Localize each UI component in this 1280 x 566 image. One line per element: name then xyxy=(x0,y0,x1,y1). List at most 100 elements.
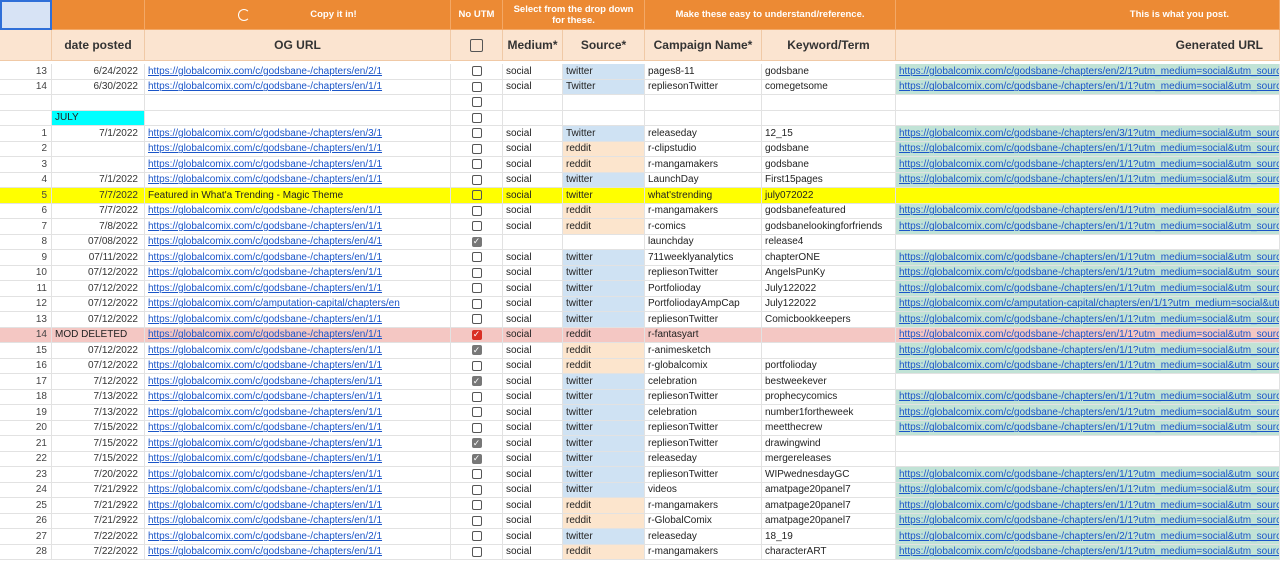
keyword-term-cell[interactable]: characterART xyxy=(762,544,896,560)
campaign-name-cell[interactable]: 711weeklyanalytics xyxy=(645,250,762,266)
campaign-name-cell[interactable]: repliesonTwitter xyxy=(645,467,762,483)
source-dropdown-cell[interactable]: twitter xyxy=(563,405,645,421)
generated-url-cell[interactable]: https://globalcomix.com/c/godsbane-/chap… xyxy=(896,467,1280,483)
medium-cell[interactable]: social xyxy=(503,343,563,359)
source-dropdown-cell[interactable]: twitter xyxy=(563,467,645,483)
og-url-link[interactable]: https://globalcomix.com/c/godsbane-/chap… xyxy=(148,500,382,511)
campaign-name-cell[interactable]: repliesonTwitter xyxy=(645,312,762,328)
keyword-term-cell[interactable] xyxy=(762,327,896,343)
date-cell[interactable]: 07/12/2022 xyxy=(52,265,145,281)
checkbox-icon[interactable] xyxy=(471,407,482,418)
row-number[interactable]: 22 xyxy=(0,451,52,467)
date-cell[interactable]: JULY xyxy=(52,110,145,126)
row-number[interactable]: 13 xyxy=(0,64,52,80)
row-number[interactable]: 12 xyxy=(0,296,52,312)
og-url-cell[interactable]: https://globalcomix.com/c/godsbane-/chap… xyxy=(145,467,451,483)
og-url-cell[interactable]: https://globalcomix.com/c/godsbane-/chap… xyxy=(145,482,451,498)
og-url-cell[interactable]: https://globalcomix.com/c/godsbane-/chap… xyxy=(145,203,451,219)
note-text[interactable]: Featured in What'a Trending - Magic Them… xyxy=(148,190,343,201)
medium-cell[interactable]: social xyxy=(503,79,563,95)
checkbox-icon[interactable]: ✓ xyxy=(471,329,482,340)
keyword-term-cell[interactable]: chapterONE xyxy=(762,250,896,266)
og-url-cell[interactable]: https://globalcomix.com/c/godsbane-/chap… xyxy=(145,172,451,188)
row-number-header[interactable] xyxy=(0,30,52,61)
og-url-link[interactable]: https://globalcomix.com/c/godsbane-/chap… xyxy=(148,143,382,154)
checkbox-icon[interactable] xyxy=(471,360,482,371)
campaign-name-header[interactable]: Campaign Name* xyxy=(645,30,762,61)
source-dropdown-cell[interactable]: reddit xyxy=(563,498,645,514)
checkbox-icon[interactable] xyxy=(471,314,482,325)
og-url-cell[interactable]: https://globalcomix.com/c/godsbane-/chap… xyxy=(145,420,451,436)
og-url-cell[interactable]: https://globalcomix.com/c/godsbane-/chap… xyxy=(145,389,451,405)
generated-url-cell[interactable]: https://globalcomix.com/c/godsbane-/chap… xyxy=(896,389,1280,405)
checkbox-icon[interactable] xyxy=(471,500,482,511)
checkbox-icon[interactable] xyxy=(471,515,482,526)
campaign-name-cell[interactable]: launchday xyxy=(645,234,762,250)
campaign-name-cell[interactable]: r-mangamakers xyxy=(645,203,762,219)
medium-cell[interactable]: social xyxy=(503,513,563,529)
keyword-term-cell[interactable]: amatpage20panel7 xyxy=(762,513,896,529)
source-dropdown-cell[interactable]: reddit xyxy=(563,513,645,529)
keyword-term-cell[interactable]: AngelsPunKy xyxy=(762,265,896,281)
og-url-link[interactable]: https://globalcomix.com/c/godsbane-/chap… xyxy=(148,376,382,387)
row-number[interactable]: 26 xyxy=(0,513,52,529)
date-cell[interactable]: 7/7/2022 xyxy=(52,188,145,204)
og-url-cell[interactable]: https://globalcomix.com/c/godsbane-/chap… xyxy=(145,327,451,343)
checkbox-icon[interactable]: ✓ xyxy=(471,453,482,464)
generated-url-cell[interactable]: https://globalcomix.com/c/godsbane-/chap… xyxy=(896,141,1280,157)
medium-cell[interactable]: social xyxy=(503,544,563,560)
select-dropdown-note[interactable]: Select from the drop down for these. xyxy=(503,0,645,30)
checkbox-icon[interactable]: ✓ xyxy=(471,376,482,387)
no-utm-checkbox-cell[interactable] xyxy=(451,358,503,374)
og-url-link[interactable]: https://globalcomix.com/c/godsbane-/chap… xyxy=(148,66,382,77)
medium-cell[interactable]: social xyxy=(503,482,563,498)
checkbox-icon[interactable] xyxy=(471,391,482,402)
campaign-name-cell[interactable]: PortfoliodayAmpCap xyxy=(645,296,762,312)
keyword-term-header[interactable]: Keyword/Term xyxy=(762,30,896,61)
source-dropdown-cell[interactable]: reddit xyxy=(563,544,645,560)
og-url-link[interactable]: https://globalcomix.com/c/godsbane-/chap… xyxy=(148,267,382,278)
corner-cell[interactable] xyxy=(0,0,52,30)
medium-header[interactable]: Medium* xyxy=(503,30,563,61)
og-url-link[interactable]: https://globalcomix.com/c/godsbane-/chap… xyxy=(148,531,382,542)
row-number[interactable]: 3 xyxy=(0,157,52,173)
no-utm-checkbox-cell[interactable]: ✓ xyxy=(451,234,503,250)
source-dropdown-cell[interactable]: reddit xyxy=(563,203,645,219)
source-dropdown-cell[interactable]: twitter xyxy=(563,250,645,266)
og-url-link[interactable]: https://globalcomix.com/c/godsbane-/chap… xyxy=(148,314,382,325)
og-url-link[interactable]: https://globalcomix.com/c/godsbane-/chap… xyxy=(148,438,382,449)
og-url-cell[interactable]: https://globalcomix.com/c/godsbane-/chap… xyxy=(145,312,451,328)
post-note[interactable]: This is what you post. xyxy=(896,0,1280,30)
checkbox-icon[interactable]: ✓ xyxy=(471,345,482,356)
no-utm-master-checkbox[interactable] xyxy=(451,30,503,61)
campaign-name-cell[interactable] xyxy=(645,95,762,111)
generated-url-cell[interactable]: https://globalcomix.com/c/godsbane-/chap… xyxy=(896,405,1280,421)
campaign-name-cell[interactable]: r-mangamakers xyxy=(645,157,762,173)
generated-url-cell[interactable]: https://globalcomix.com/c/godsbane-/chap… xyxy=(896,126,1280,142)
generated-url-cell[interactable]: https://globalcomix.com/c/godsbane-/chap… xyxy=(896,498,1280,514)
og-url-link[interactable]: https://globalcomix.com/c/godsbane-/chap… xyxy=(148,236,382,247)
og-url-cell[interactable]: https://globalcomix.com/c/godsbane-/chap… xyxy=(145,141,451,157)
date-cell[interactable]: 7/7/2022 xyxy=(52,203,145,219)
checkbox-icon[interactable] xyxy=(471,159,482,170)
campaign-name-cell[interactable]: repliesonTwitter xyxy=(645,265,762,281)
source-header[interactable]: Source* xyxy=(563,30,645,61)
date-cell[interactable]: 7/21/2922 xyxy=(52,498,145,514)
medium-cell[interactable] xyxy=(503,110,563,126)
og-url-cell[interactable]: https://globalcomix.com/c/amputation-cap… xyxy=(145,296,451,312)
og-url-cell[interactable]: https://globalcomix.com/c/godsbane-/chap… xyxy=(145,219,451,235)
checkbox-icon[interactable] xyxy=(471,66,482,77)
generated-url-cell[interactable]: https://globalcomix.com/c/godsbane-/chap… xyxy=(896,358,1280,374)
medium-cell[interactable]: social xyxy=(503,405,563,421)
checkbox-icon[interactable] xyxy=(471,252,482,263)
date-cell[interactable]: 7/22/2022 xyxy=(52,544,145,560)
generated-url-cell[interactable]: https://globalcomix.com/c/godsbane-/chap… xyxy=(896,281,1280,297)
no-utm-checkbox-cell[interactable] xyxy=(451,250,503,266)
no-utm-checkbox-cell[interactable] xyxy=(451,188,503,204)
keyword-term-cell[interactable]: Comicbookkeepers xyxy=(762,312,896,328)
keyword-term-cell[interactable]: comegetsome xyxy=(762,79,896,95)
no-utm-checkbox-cell[interactable] xyxy=(451,203,503,219)
row-number[interactable]: 7 xyxy=(0,219,52,235)
medium-cell[interactable]: social xyxy=(503,296,563,312)
medium-cell[interactable]: social xyxy=(503,219,563,235)
